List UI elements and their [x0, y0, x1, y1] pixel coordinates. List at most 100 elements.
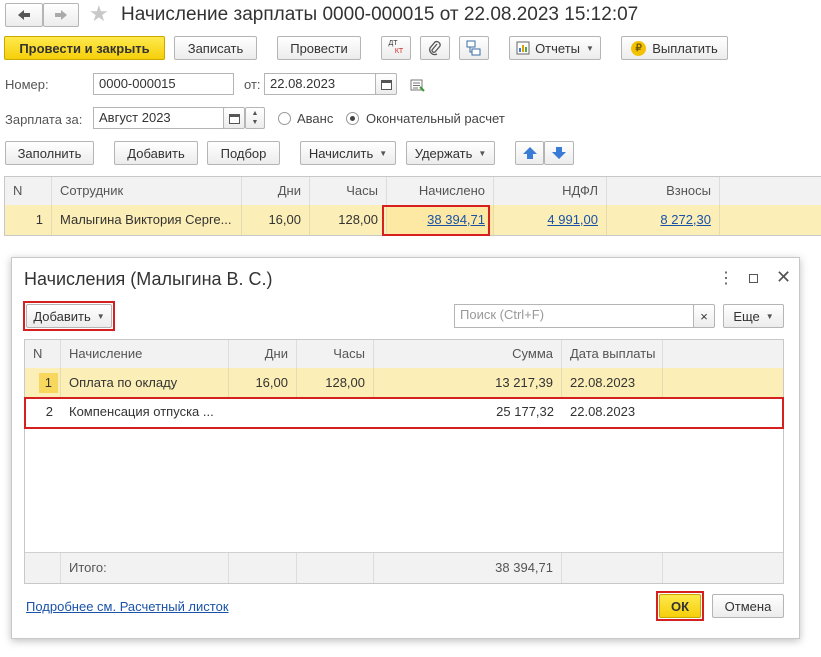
arrow-up-icon [522, 147, 537, 159]
row-hours: 128,00 [310, 205, 387, 235]
col-hours: Часы [297, 340, 374, 368]
table-header: N Сотрудник Дни Часы Начислено НДФЛ Взно… [5, 177, 821, 206]
footer-hours [297, 553, 374, 583]
kt-label: КТ [394, 48, 404, 55]
col-n: N [25, 340, 61, 368]
col-employee: Сотрудник [52, 177, 242, 205]
col-days: Дни [229, 340, 297, 368]
dialog-title: Начисления (Малыгина В. С.) [24, 269, 273, 289]
post-button[interactable]: Провести [277, 36, 361, 60]
pick-button[interactable]: Подбор [207, 141, 280, 165]
maximize-icon[interactable] [749, 274, 758, 283]
ndfl-link[interactable]: 4 991,00 [547, 212, 598, 227]
report-icon [516, 41, 530, 55]
row-n-value: 1 [38, 373, 58, 393]
arrow-right-icon [55, 10, 67, 20]
back-button[interactable] [5, 3, 43, 27]
dt-label: ДТ [388, 40, 398, 47]
row-ndfl[interactable]: 4 991,00 [494, 205, 607, 235]
accruals-header: N Начисление Дни Часы Сумма Дата выплаты [25, 340, 783, 369]
more-label: Еще [733, 308, 760, 324]
cancel-button[interactable]: Отмена [712, 594, 784, 618]
attach-button[interactable] [420, 36, 450, 60]
move-down-button[interactable] [544, 141, 574, 165]
clear-icon: × [700, 308, 708, 324]
arrow-down-icon [552, 147, 566, 159]
search-input[interactable]: Поиск (Ctrl+F) [454, 304, 694, 328]
more-dropdown[interactable]: Еще ▼ [723, 304, 784, 328]
col-hours: Часы [310, 177, 387, 205]
table-footer: Итого: 38 394,71 [25, 552, 783, 583]
reports-dropdown[interactable]: Отчеты ▼ [509, 36, 601, 60]
calendar-icon [228, 113, 240, 124]
col-ndfl: НДФЛ [494, 177, 607, 205]
final-calculation-label: Окончательный расчет [366, 111, 505, 126]
number-field[interactable]: 0000-000015 [93, 73, 234, 95]
pay-button[interactable]: ₽ Выплатить [621, 36, 728, 60]
month-stepper[interactable]: ▲ ▼ [245, 107, 265, 129]
col-accrued: Начислено [387, 177, 494, 205]
footer-days [229, 553, 297, 583]
col-contrib: Взносы [607, 177, 720, 205]
calendar-button[interactable] [375, 73, 397, 95]
footer-paydate [562, 553, 663, 583]
footer-n [25, 553, 61, 583]
col-accrual: Начисление [61, 340, 229, 368]
forward-button[interactable] [43, 3, 79, 27]
withhold-dropdown[interactable]: Удержать ▼ [406, 141, 495, 165]
add-button[interactable]: Добавить [114, 141, 198, 165]
search-placeholder: Поиск (Ctrl+F) [460, 307, 545, 322]
fill-button[interactable]: Заполнить [5, 141, 94, 165]
advance-label: Аванс [297, 111, 334, 126]
structure-button[interactable] [459, 36, 489, 60]
row-contrib[interactable]: 8 272,30 [607, 205, 720, 235]
chevron-down-icon: ▼ [379, 148, 388, 158]
payslip-link[interactable]: Подробнее см. Расчетный листок [26, 599, 229, 614]
row-n: 1 [5, 205, 52, 235]
number-label: Номер: [5, 77, 49, 92]
reports-label: Отчеты [535, 40, 580, 56]
move-up-button[interactable] [515, 141, 544, 165]
month-select-button[interactable] [223, 107, 245, 129]
salary-month-field[interactable]: Август 2023 [93, 107, 224, 129]
table-row[interactable]: 1 Оплата по окладу 16,00 128,00 13 217,3… [25, 368, 783, 397]
chevron-down-icon: ▼ [765, 311, 774, 321]
chevron-down-icon: ▼ [586, 43, 594, 53]
pay-label: Выплатить [652, 40, 718, 56]
more-vertical-icon[interactable]: ⋮ [718, 270, 734, 288]
history-icon[interactable] [410, 79, 426, 95]
date-label: от: [244, 77, 261, 92]
ruble-coin-icon: ₽ [631, 40, 647, 56]
favorite-star-icon[interactable]: ★ [89, 3, 109, 25]
final-calculation-radio[interactable] [346, 112, 359, 125]
document-structure-icon [466, 40, 481, 56]
dt-kt-button[interactable]: ДТ КТ [381, 36, 411, 60]
ok-highlight [656, 591, 704, 621]
search-clear-button[interactable]: × [693, 304, 715, 328]
calendar-icon [380, 79, 392, 90]
col-sum: Сумма [374, 340, 562, 368]
col-paydate: Дата выплаты [562, 340, 663, 368]
contrib-link[interactable]: 8 272,30 [660, 212, 711, 227]
row-n: 1 [25, 368, 61, 397]
close-icon[interactable]: ✕ [776, 268, 791, 286]
stepper-up-icon: ▲ [251, 110, 259, 117]
footer-label: Итого: [61, 553, 229, 583]
advance-radio[interactable] [278, 112, 291, 125]
withhold-label: Удержать [414, 145, 473, 161]
row-employee: Малыгина Виктория Серге... [52, 205, 242, 235]
accruals-table: N Начисление Дни Часы Сумма Дата выплаты… [24, 339, 784, 584]
row-hours: 128,00 [297, 368, 374, 397]
accrued-highlight [382, 205, 490, 236]
row-days: 16,00 [242, 205, 310, 235]
paperclip-icon [429, 40, 441, 56]
window-title: Начисление зарплаты 0000-000015 от 22.08… [121, 4, 639, 25]
save-button[interactable]: Записать [174, 36, 257, 60]
accrue-dropdown[interactable]: Начислить ▼ [300, 141, 396, 165]
chevron-down-icon: ▼ [478, 148, 487, 158]
row-sum: 13 217,39 [374, 368, 562, 397]
row-paydate: 22.08.2023 [562, 368, 663, 397]
row-days: 16,00 [229, 368, 297, 397]
date-field[interactable]: 22.08.2023 [264, 73, 376, 95]
post-and-close-button[interactable]: Провести и закрыть [4, 36, 165, 60]
